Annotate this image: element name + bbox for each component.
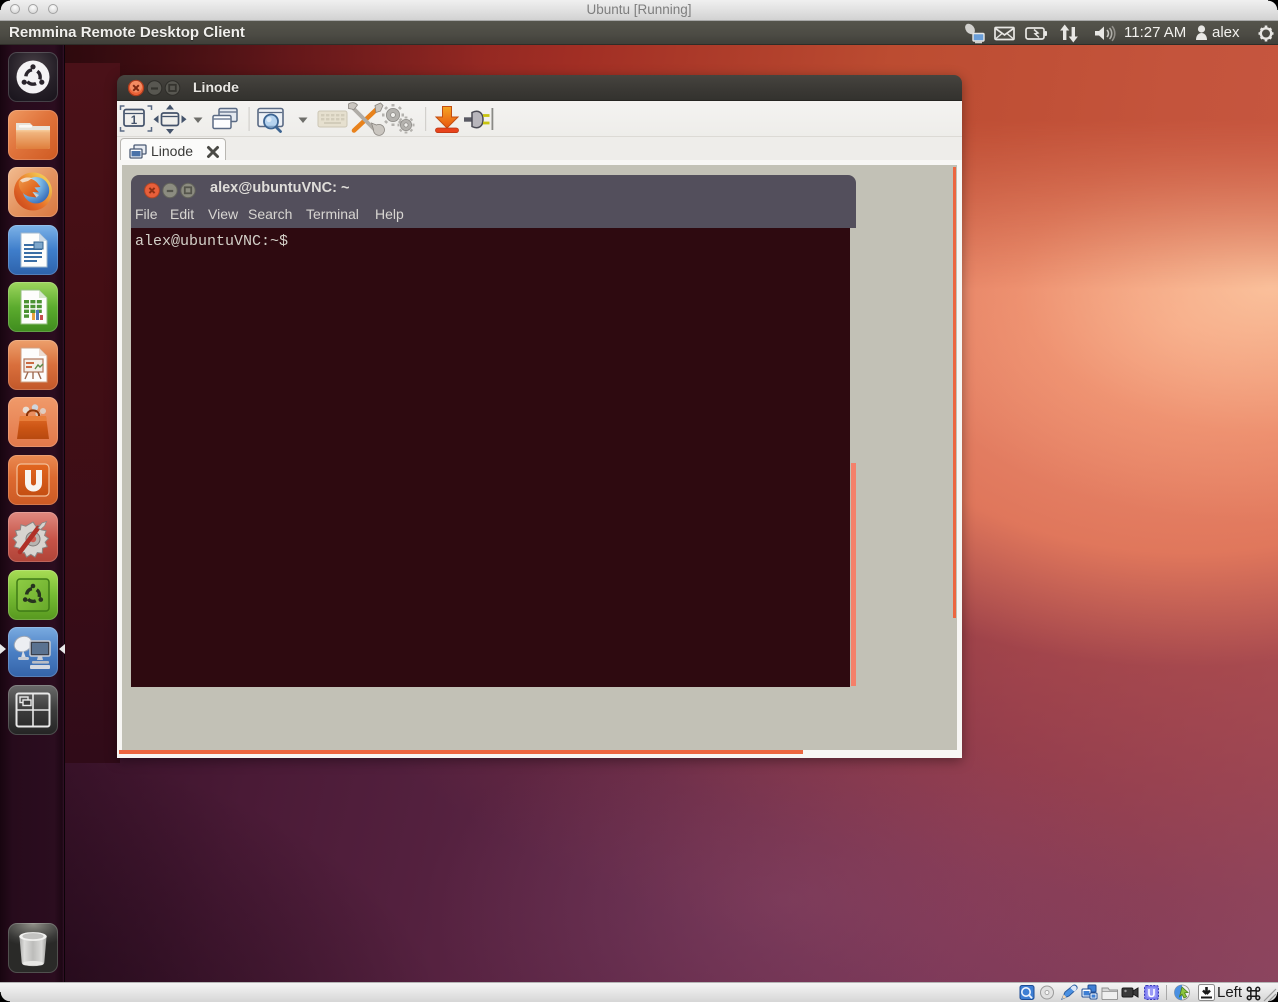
svg-text:1: 1 (131, 115, 138, 127)
